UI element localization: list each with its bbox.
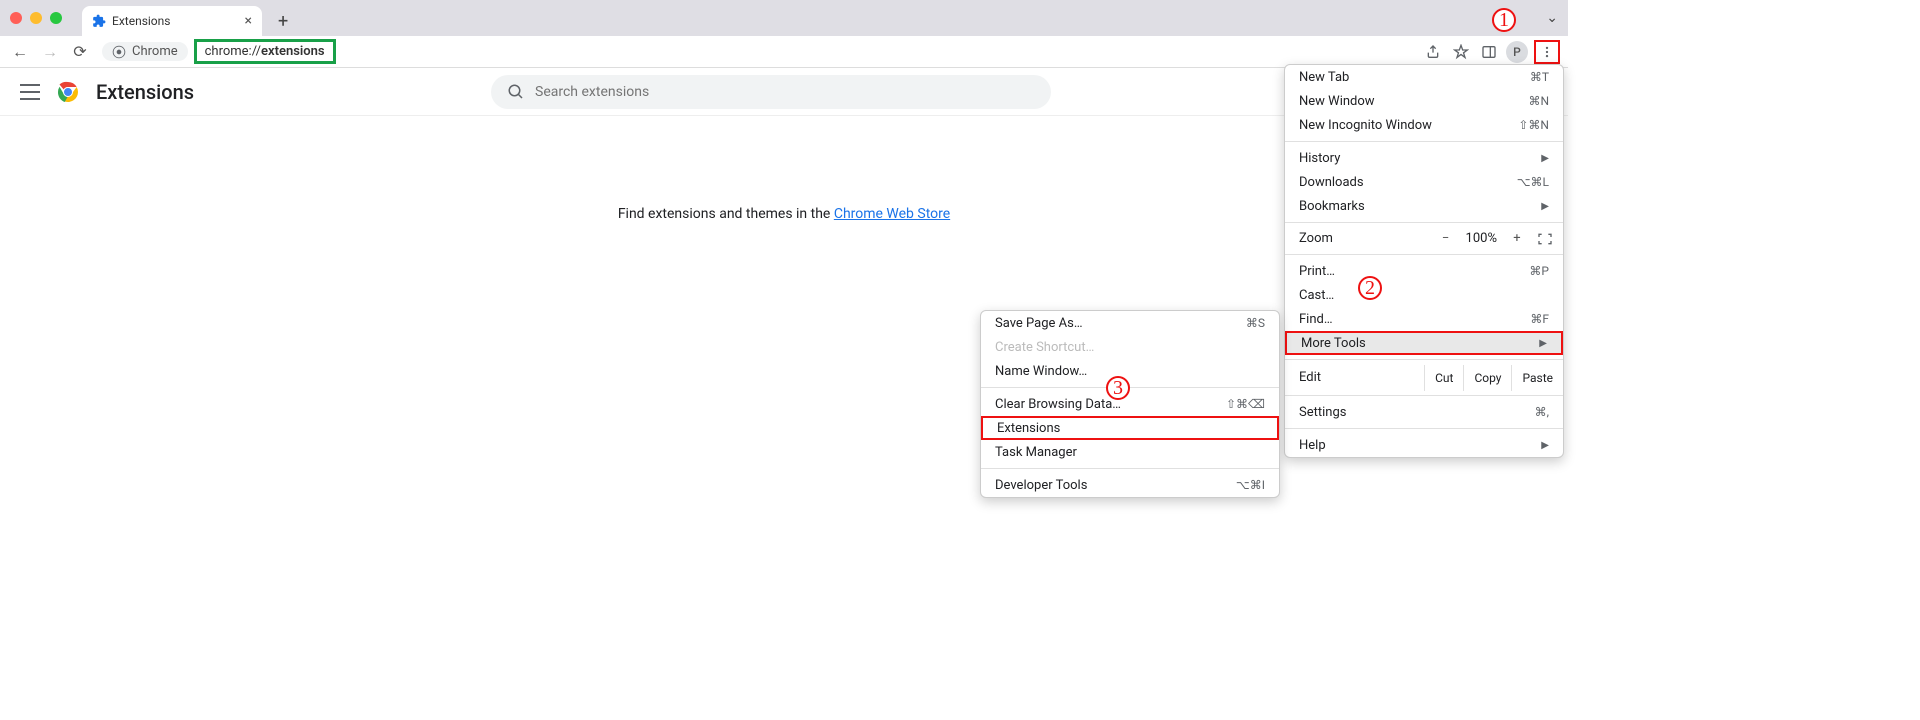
tab-title: Extensions <box>112 14 170 28</box>
chrome-web-store-link[interactable]: Chrome Web Store <box>834 206 950 222</box>
menu-new-window[interactable]: New Window⌘N <box>1285 89 1563 113</box>
submenu-developer-tools[interactable]: Developer Tools⌥⌘I <box>981 473 1279 497</box>
menu-cast[interactable]: Cast… <box>1285 283 1563 307</box>
submenu-arrow-icon: ▶ <box>1541 153 1549 164</box>
zoom-out-button[interactable]: − <box>1436 231 1456 246</box>
main-menu: New Tab⌘T New Window⌘N New Incognito Win… <box>1284 64 1564 458</box>
site-identity[interactable]: Chrome <box>102 42 188 61</box>
kebab-icon <box>1540 44 1554 60</box>
chrome-logo-icon <box>56 80 80 104</box>
tab-close-icon[interactable]: × <box>245 13 252 29</box>
menu-downloads[interactable]: Downloads⌥⌘L <box>1285 170 1563 194</box>
zoom-in-button[interactable]: + <box>1507 231 1527 246</box>
minimize-window-button[interactable] <box>30 12 42 24</box>
new-tab-button[interactable]: + <box>270 7 296 36</box>
reload-button[interactable]: ⟳ <box>68 40 92 64</box>
forward-button[interactable]: → <box>38 40 62 64</box>
annotation-3: 3 <box>1106 376 1130 400</box>
edit-label: Edit <box>1285 364 1424 391</box>
browser-tab[interactable]: Extensions × <box>82 6 262 36</box>
fullscreen-icon[interactable] <box>1537 232 1553 246</box>
submenu-extensions[interactable]: Extensions <box>981 416 1279 440</box>
dropdown-chevron-icon[interactable]: ⌄ <box>1546 10 1558 26</box>
window-title-bar: Extensions × + ⌄ <box>0 0 1568 36</box>
site-identity-label: Chrome <box>132 44 178 59</box>
annotation-1: 1 <box>1492 8 1516 32</box>
extension-icon <box>92 14 106 28</box>
menu-print[interactable]: Print…⌘P <box>1285 259 1563 283</box>
menu-bookmarks[interactable]: Bookmarks▶ <box>1285 194 1563 218</box>
hamburger-menu-button[interactable] <box>20 84 40 100</box>
submenu-save-page[interactable]: Save Page As…⌘S <box>981 311 1279 335</box>
traffic-lights <box>10 12 62 24</box>
promo-text: Find extensions and themes in the <box>618 206 834 222</box>
back-button[interactable]: ← <box>8 40 32 64</box>
submenu-arrow-icon: ▶ <box>1541 440 1549 451</box>
share-icon[interactable] <box>1422 41 1444 63</box>
main-menu-button[interactable] <box>1534 40 1560 64</box>
zoom-label: Zoom <box>1299 231 1333 246</box>
tab-strip: Extensions × + <box>82 0 296 36</box>
menu-zoom-row: Zoom − 100% + <box>1285 227 1563 250</box>
close-window-button[interactable] <box>10 12 22 24</box>
search-icon <box>507 83 525 101</box>
menu-copy[interactable]: Copy <box>1463 365 1511 391</box>
menu-edit-row: Edit Cut Copy Paste <box>1285 364 1563 391</box>
menu-settings[interactable]: Settings⌘, <box>1285 400 1563 424</box>
search-input[interactable] <box>535 84 1035 100</box>
submenu-task-manager[interactable]: Task Manager <box>981 440 1279 464</box>
menu-find[interactable]: Find…⌘F <box>1285 307 1563 331</box>
page-title: Extensions <box>96 80 194 104</box>
submenu-create-shortcut: Create Shortcut… <box>981 335 1279 359</box>
search-extensions-box[interactable] <box>491 75 1051 109</box>
menu-history[interactable]: History▶ <box>1285 146 1563 170</box>
url-scheme: chrome:// <box>205 44 261 59</box>
address-bar[interactable]: chrome://extensions <box>194 39 336 64</box>
menu-help[interactable]: Help▶ <box>1285 433 1563 457</box>
zoom-value: 100% <box>1466 231 1497 246</box>
profile-avatar[interactable]: P <box>1506 41 1528 63</box>
submenu-clear-browsing[interactable]: Clear Browsing Data…⇧⌘⌫ <box>981 392 1279 416</box>
submenu-arrow-icon: ▶ <box>1539 338 1547 349</box>
menu-paste[interactable]: Paste <box>1511 365 1563 391</box>
menu-cut[interactable]: Cut <box>1424 365 1463 391</box>
annotation-2: 2 <box>1358 276 1382 300</box>
menu-more-tools[interactable]: More Tools▶ <box>1285 331 1563 355</box>
submenu-arrow-icon: ▶ <box>1541 201 1549 212</box>
menu-new-tab[interactable]: New Tab⌘T <box>1285 65 1563 89</box>
url-host: extensions <box>261 44 325 59</box>
submenu-name-window[interactable]: Name Window… <box>981 359 1279 383</box>
more-tools-submenu: Save Page As…⌘S Create Shortcut… Name Wi… <box>980 310 1280 498</box>
chrome-icon <box>112 45 126 59</box>
side-panel-icon[interactable] <box>1478 41 1500 63</box>
star-icon[interactable] <box>1450 41 1472 63</box>
fullscreen-window-button[interactable] <box>50 12 62 24</box>
menu-new-incognito[interactable]: New Incognito Window⇧⌘N <box>1285 113 1563 137</box>
